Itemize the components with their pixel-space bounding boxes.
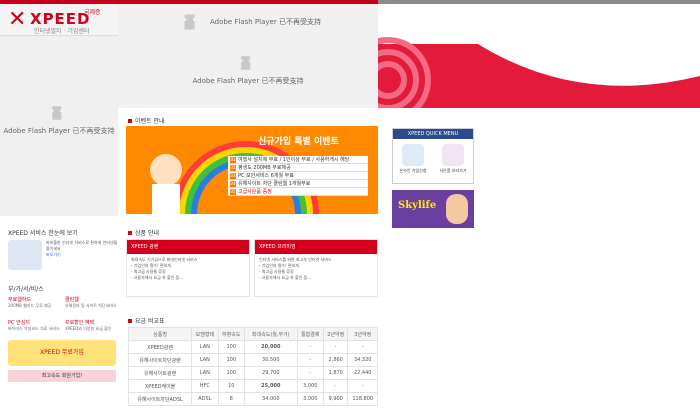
table-row: XPEED케이블 HFC 10 25,000 3,000- -	[127, 379, 378, 393]
x-mark-icon: ✕	[8, 7, 27, 32]
compare-section-title: 요금 비교표	[128, 316, 165, 325]
rate-compare-table: 상품명 모뎀형태 하향속도 최대속도(월,부가) 통합결제 2년약정 3년약정 XPEED…	[127, 327, 378, 406]
leftmenu-more-link[interactable]: 바로가기	[46, 252, 61, 257]
gift-icon	[442, 144, 464, 166]
hero-banner	[378, 36, 700, 108]
flash-placeholder-mid: Adobe Flash Player 已不再受支持	[118, 36, 378, 108]
flash-message: Adobe Flash Player 已不再受支持	[210, 18, 321, 26]
table-row: XPEED광랜 LAN 100 20,000- - -	[127, 340, 378, 354]
menu-pc-safe[interactable]: PC 안심지 바이러스 악성코드 치료 서비스	[8, 319, 61, 332]
plugin-icon	[52, 106, 62, 120]
event-item: 03 PC 보안서비스 6개월 무료	[228, 172, 368, 180]
menu-cleanweb[interactable]: 클린웹 유해정보 및 사이트 차단서비스	[65, 296, 118, 309]
flash-message: Adobe Flash Player 已不再受支持	[3, 127, 115, 135]
join-banner[interactable]: 최고속도 회원가입!	[8, 370, 116, 382]
menu-webhard[interactable]: 무료웹하드 200MB 웹하드 무료 제공	[8, 296, 61, 309]
event-list: 01 여행사 설치에 무료 / 1인이상 무료 / 사용하게시 해당 02 평생도 …	[228, 156, 368, 196]
xpeed-logo[interactable]: ✕ XPEED 국제증 인터넷멀티 · 기업센터	[0, 4, 118, 36]
table-row: 유해사이트차단ADSL ADSL 8 34,000 3,000 9,900 118,800	[127, 392, 378, 406]
flash-placeholder-top: Adobe Flash Player 已不再受支持	[118, 4, 378, 36]
left-service-menu: XPEED 서비스 한눈에 보기 파워풀한 인터넷 서비스로 편하게 인터넷을 …	[0, 224, 118, 382]
event-section-title: 이벤트 안내	[128, 116, 165, 125]
table-row: 유해사이트차단광랜 LAN 100 30,500-2,860 34,320	[127, 353, 378, 367]
logo-badge: 국제증	[84, 9, 101, 16]
menu-discount[interactable]: 프로할인 혜택 XPEED와 다양한 요금 할인	[65, 319, 118, 332]
event-item: 05 고급사은품 증정	[228, 188, 368, 196]
quick-menu: XPEED QUICK MENU 온라인 가입신청 사은품 보러가기	[392, 128, 474, 184]
monitor-icon	[402, 144, 424, 166]
flash-placeholder-left: Adobe Flash Player 已不再受支持	[0, 36, 118, 216]
logo-sub: 인터넷멀티 · 기업센터	[34, 28, 90, 35]
event-item: 04 유해사이트 차단 클린웹 1개월무료	[228, 180, 368, 188]
table-header-row: 상품명 모뎀형태 하향속도 최대속도(월,부가) 통합결제 2년약정 3년약정	[127, 327, 378, 341]
laptop-icon	[8, 240, 42, 270]
table-row: 유해사이트광랜 LAN 100 29,700-1,870 22,440	[127, 366, 378, 380]
leftmenu-title: XPEED 서비스 한눈에 보기	[8, 230, 78, 237]
event-headline: 신규가입 특별 이벤트	[258, 137, 339, 147]
quick-online-join[interactable]: 온라인 가입신청	[398, 144, 428, 174]
leftmenu-grid: 무료웹하드 200MB 웹하드 무료 제공 클린웹 유해정보 및 사이트 차단서비스…	[8, 296, 118, 332]
leftmenu-category: 부/가/서/비/스	[8, 286, 44, 293]
product-lan[interactable]: XPEED 광랜 최대속도 기가급으로 최대인터넷 서비스 - 기업인의 필수!…	[126, 239, 250, 297]
quick-gifts[interactable]: 사은품 보러가기	[438, 144, 468, 174]
plugin-icon	[241, 56, 251, 70]
products-section-title: 상품 안내	[128, 228, 159, 237]
product-premium[interactable]: XPEED 프리미엄 인터넷 서비스를 위한 최고속 인터넷 서비스 - 기업인…	[254, 239, 378, 297]
plugin-icon	[184, 14, 195, 30]
flash-message: Adobe Flash Player 已不再受支持	[192, 77, 304, 85]
event-item: 01 여행사 설치에 무료 / 1인이상 무료 / 사용하게시 해당	[228, 156, 368, 164]
free-join-banner[interactable]: XPEED 무료가입	[8, 340, 116, 366]
skylife-promo-banner[interactable]: Skylife	[392, 190, 474, 228]
leftmenu-intro: 파워풀한 인터넷 서비스로 편하게 인터넷을 즐기세요 바로가기	[8, 240, 118, 280]
event-item: 02 평생도 200MB 무료제공	[228, 164, 368, 172]
quick-menu-title: XPEED QUICK MENU	[393, 129, 473, 139]
